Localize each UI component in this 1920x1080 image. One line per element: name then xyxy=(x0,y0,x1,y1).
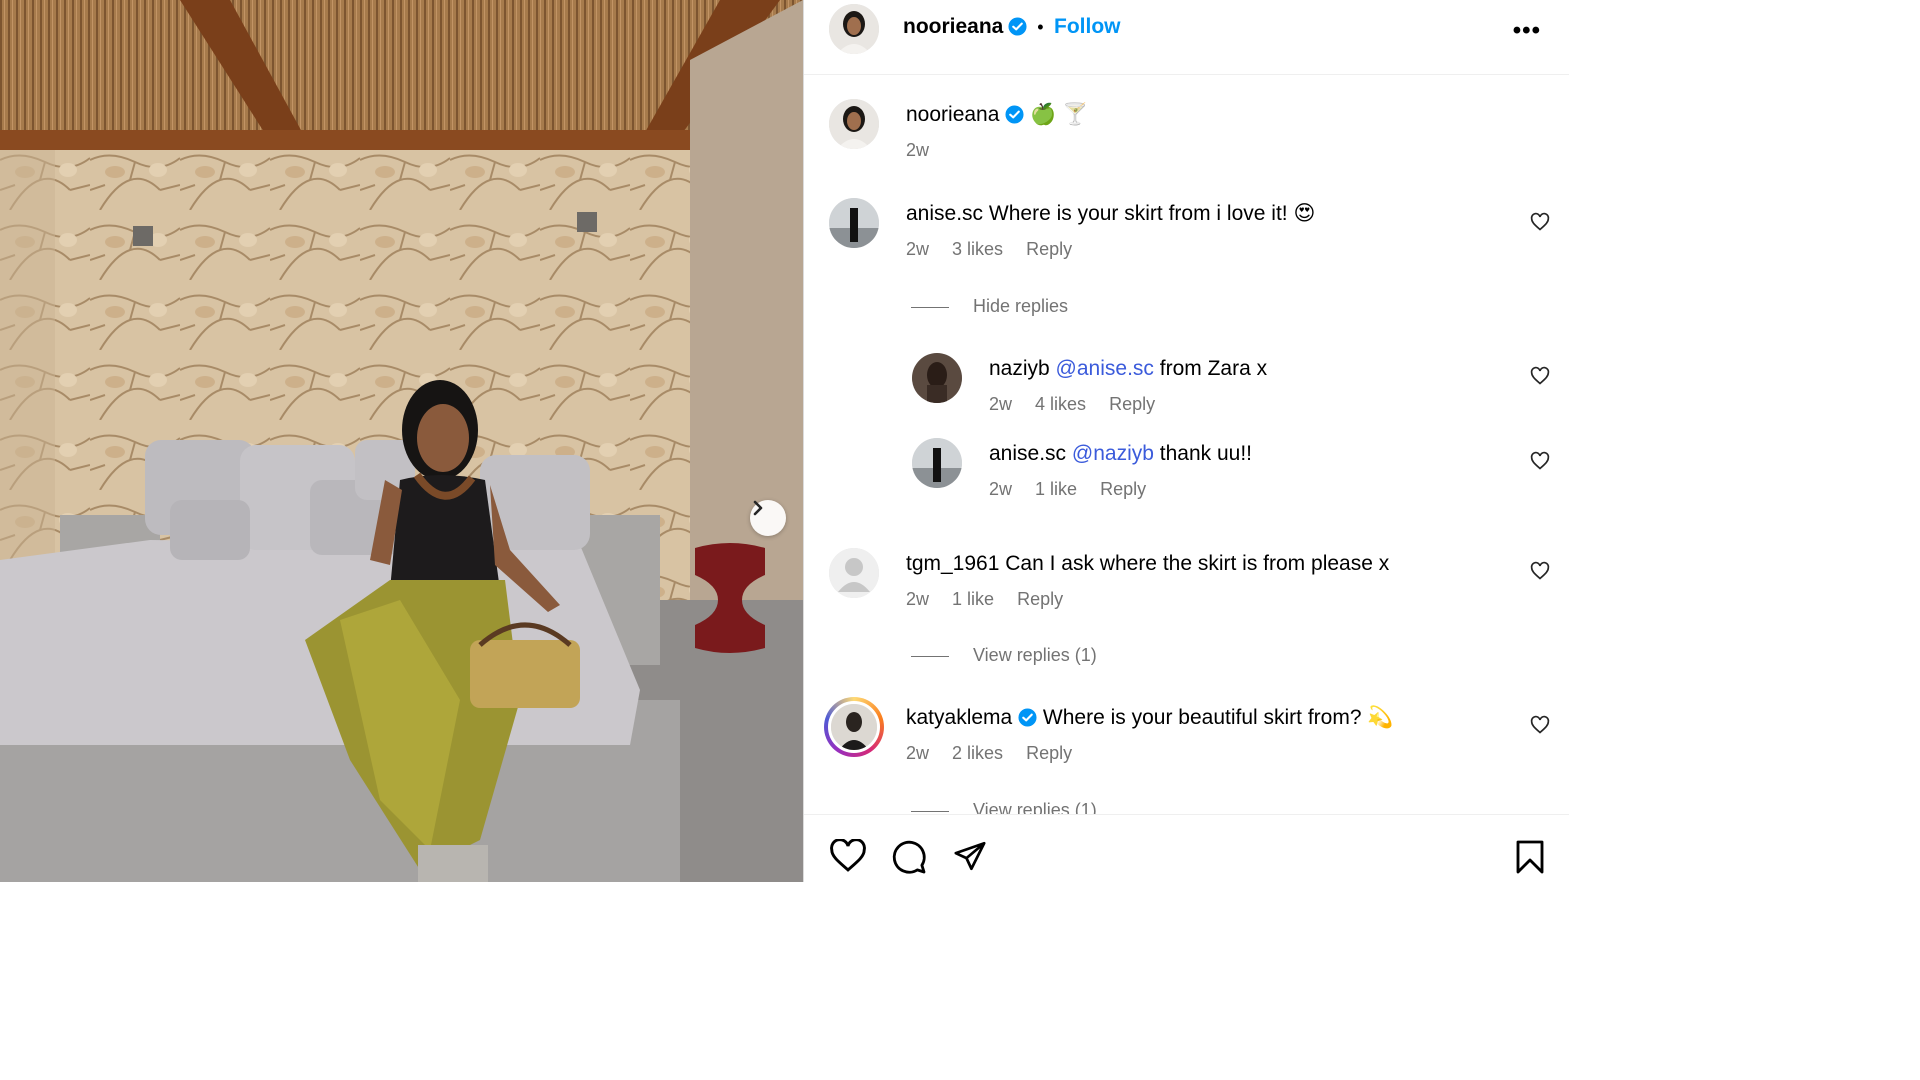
post-side-panel: noorieana • Follow ••• noorieana 🍏 🍸 2w … xyxy=(803,0,1569,882)
comment-item: katyaklema Where is your beautiful skirt… xyxy=(906,705,1394,764)
comment-text: Can I ask where the skirt is from please… xyxy=(1005,552,1390,575)
reply-username[interactable]: anise.sc xyxy=(989,442,1066,465)
comment-text: Where is your beautiful skirt from? 💫 xyxy=(1042,706,1394,729)
author-username[interactable]: noorieana xyxy=(903,15,1003,38)
action-bar xyxy=(804,814,1569,882)
heart-icon[interactable] xyxy=(829,839,867,873)
comment-text: Where is your skirt from i love it! 😍 xyxy=(988,202,1316,225)
reply-button[interactable]: Reply xyxy=(1100,479,1146,499)
heart-icon[interactable] xyxy=(1530,451,1550,471)
reply-likes[interactable]: 4 likes xyxy=(1035,394,1086,414)
comment-time: 2w xyxy=(906,239,930,259)
reply-text: from Zara x xyxy=(1159,357,1268,380)
post-header: noorieana • Follow ••• xyxy=(804,0,1569,75)
reply-button[interactable]: Reply xyxy=(1017,589,1063,609)
caption-time: 2w xyxy=(906,140,930,160)
reply-button[interactable]: Reply xyxy=(1026,239,1072,259)
comment-likes[interactable]: 1 like xyxy=(952,589,994,609)
author-avatar[interactable] xyxy=(829,4,879,54)
reply-time: 2w xyxy=(989,394,1013,414)
comment-time: 2w xyxy=(906,589,930,609)
share-icon[interactable] xyxy=(952,839,988,873)
comment-avatar[interactable] xyxy=(829,548,879,598)
reply-mention[interactable]: @naziyb xyxy=(1072,442,1154,465)
toggle-line xyxy=(911,810,949,812)
header-separator: • xyxy=(1037,17,1044,37)
comment-item: tgm_1961 Can I ask where the skirt is fr… xyxy=(906,551,1389,610)
hide-replies-toggle[interactable]: Hide replies xyxy=(911,296,1068,317)
verified-badge-icon xyxy=(1008,17,1027,36)
comment-likes[interactable]: 3 likes xyxy=(952,239,1003,259)
caption-avatar[interactable] xyxy=(829,99,879,149)
comment-username[interactable]: tgm_1961 xyxy=(906,552,999,575)
chevron-right-icon xyxy=(753,500,763,516)
view-replies-toggle[interactable]: View replies (1) xyxy=(911,645,1097,666)
reply-item: naziyb @anise.sc from Zara x 2w 4 likes … xyxy=(989,356,1267,415)
comment-item: anise.sc Where is your skirt from i love… xyxy=(906,201,1315,260)
verified-badge-icon xyxy=(1018,708,1037,727)
comment-icon[interactable] xyxy=(891,839,927,875)
heart-icon[interactable] xyxy=(1530,715,1550,735)
more-options-icon[interactable]: ••• xyxy=(1513,17,1541,45)
reply-avatar[interactable] xyxy=(912,353,962,403)
post-image xyxy=(0,0,803,882)
reply-mention[interactable]: @anise.sc xyxy=(1056,357,1154,380)
reply-item: anise.sc @naziyb thank uu!! 2w 1 like Re… xyxy=(989,441,1252,500)
verified-badge-icon xyxy=(1005,105,1024,124)
toggle-line xyxy=(911,306,949,308)
toggle-line xyxy=(911,655,949,657)
comment-likes[interactable]: 2 likes xyxy=(952,743,1003,763)
reply-likes[interactable]: 1 like xyxy=(1035,479,1077,499)
bookmark-icon[interactable] xyxy=(1514,839,1546,875)
comment-username[interactable]: anise.sc xyxy=(906,202,983,225)
heart-icon[interactable] xyxy=(1530,212,1550,232)
next-photo-button[interactable] xyxy=(750,500,786,536)
caption: noorieana 🍏 🍸 2w xyxy=(906,102,1088,161)
heart-icon[interactable] xyxy=(1530,366,1550,386)
reply-button[interactable]: Reply xyxy=(1109,394,1155,414)
post-photo[interactable] xyxy=(0,0,803,882)
caption-text: 🍏 🍸 xyxy=(1030,103,1089,126)
follow-button[interactable]: Follow xyxy=(1054,15,1121,38)
story-ring[interactable] xyxy=(824,697,884,757)
reply-text: thank uu!! xyxy=(1159,442,1252,465)
comment-avatar[interactable] xyxy=(829,198,879,248)
reply-button[interactable]: Reply xyxy=(1026,743,1072,763)
comment-time: 2w xyxy=(906,743,930,763)
comment-username[interactable]: katyaklema xyxy=(906,706,1012,729)
reply-time: 2w xyxy=(989,479,1013,499)
reply-avatar[interactable] xyxy=(912,438,962,488)
heart-icon[interactable] xyxy=(1530,561,1550,581)
reply-username[interactable]: naziyb xyxy=(989,357,1050,380)
caption-username[interactable]: noorieana xyxy=(906,103,999,126)
comment-avatar[interactable] xyxy=(828,701,880,753)
toggle-label: View replies (1) xyxy=(973,645,1097,665)
toggle-label: Hide replies xyxy=(973,296,1069,316)
